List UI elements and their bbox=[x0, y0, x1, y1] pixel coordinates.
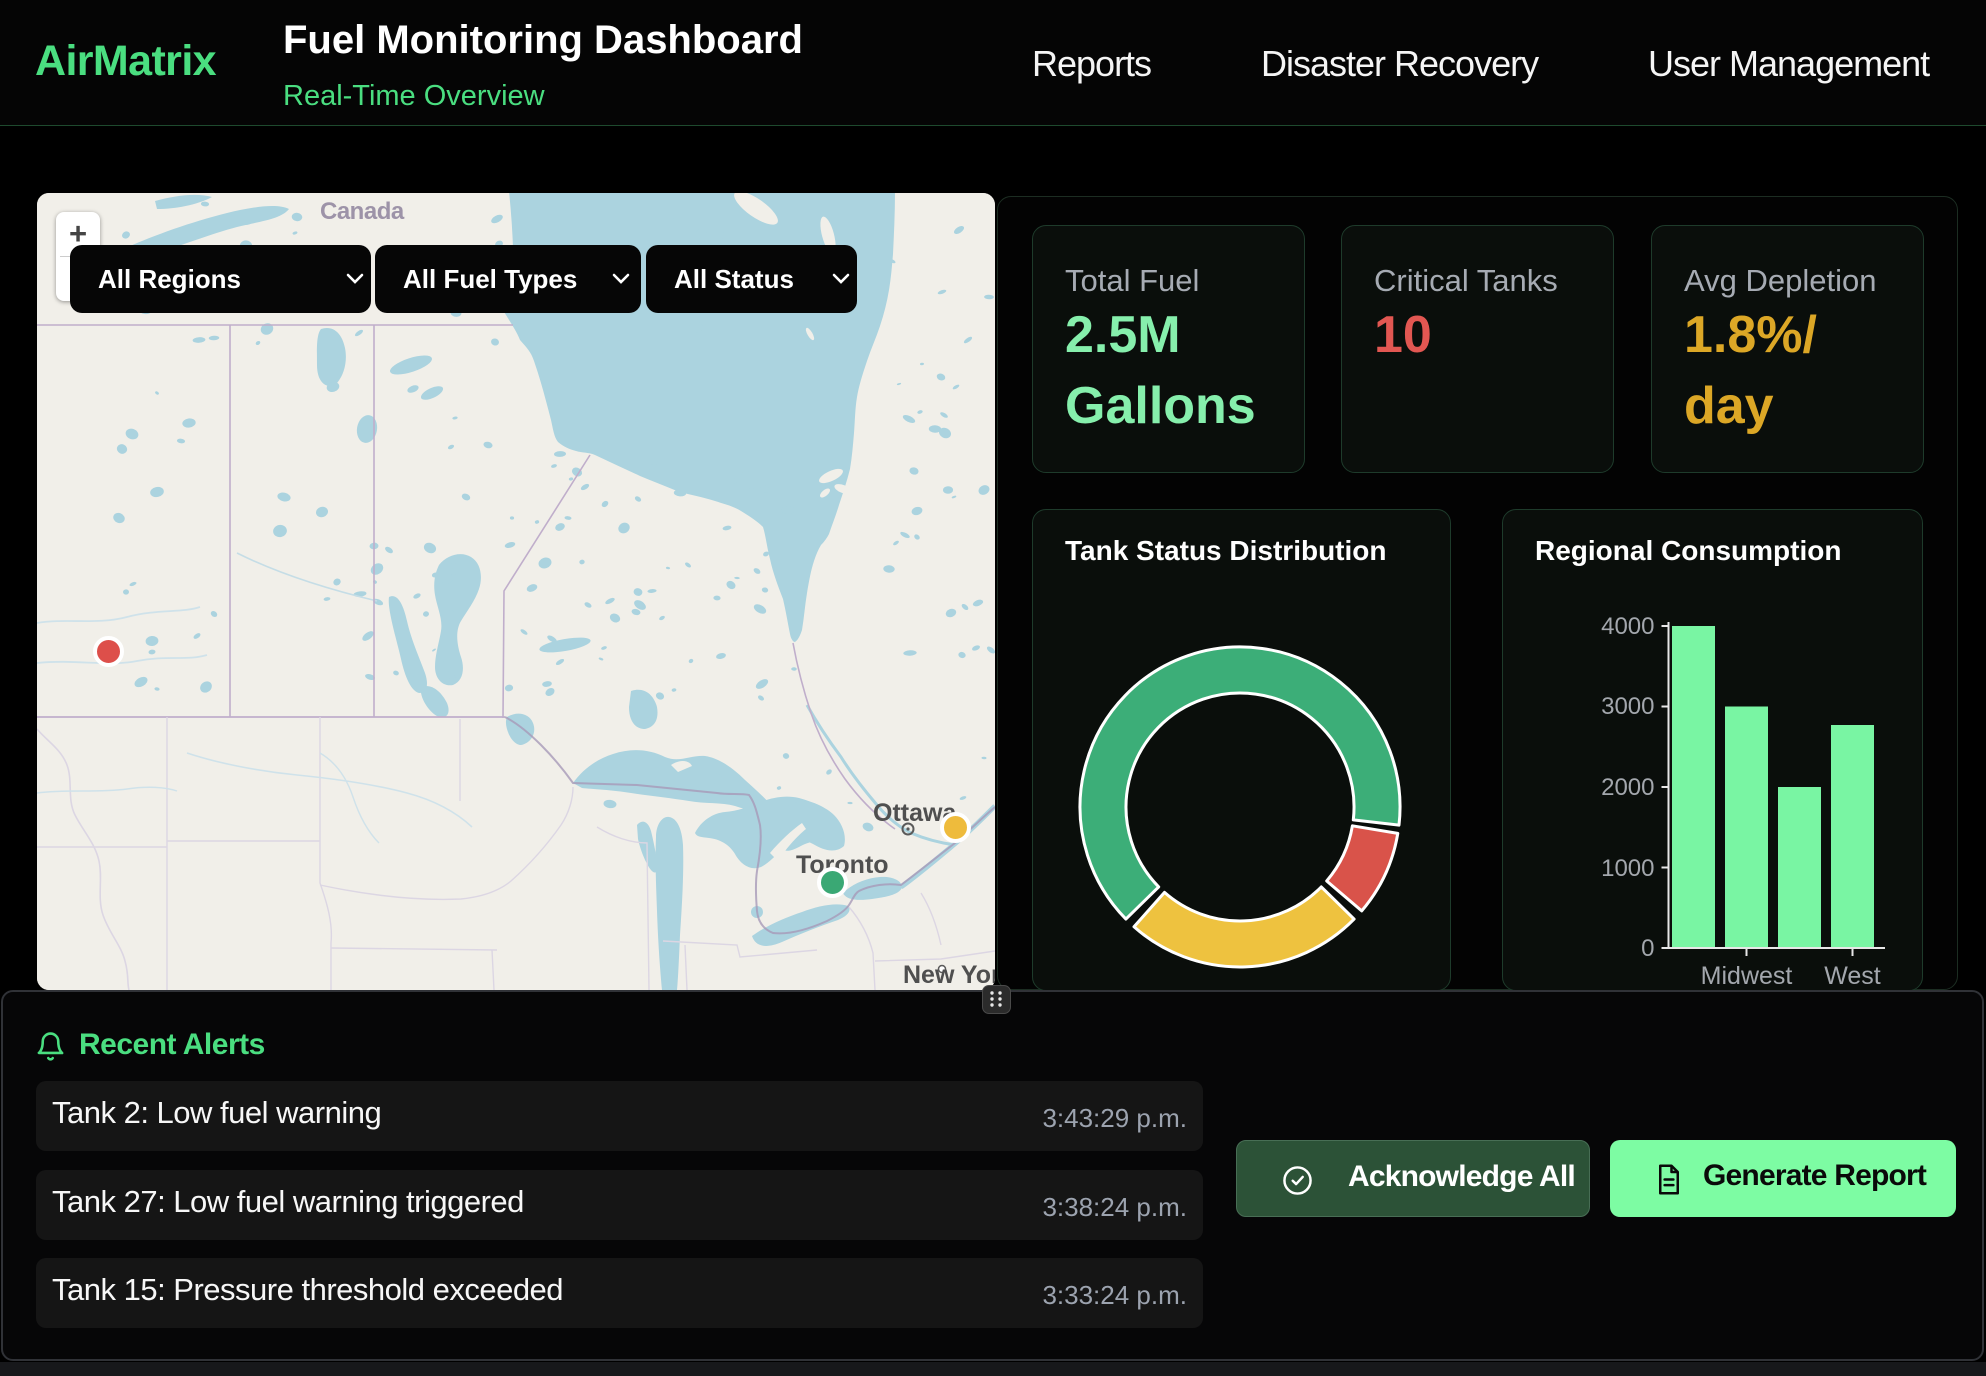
svg-text:3000: 3000 bbox=[1601, 693, 1654, 720]
svg-text:1000: 1000 bbox=[1601, 855, 1654, 882]
svg-text:West: West bbox=[1824, 962, 1881, 990]
svg-text:New York: New York bbox=[903, 961, 995, 989]
svg-text:4000: 4000 bbox=[1601, 613, 1654, 640]
svg-text:Canada: Canada bbox=[320, 198, 405, 225]
svg-text:Midwest: Midwest bbox=[1701, 962, 1793, 990]
svg-text:0: 0 bbox=[1641, 935, 1654, 962]
svg-text:2000: 2000 bbox=[1601, 774, 1654, 801]
